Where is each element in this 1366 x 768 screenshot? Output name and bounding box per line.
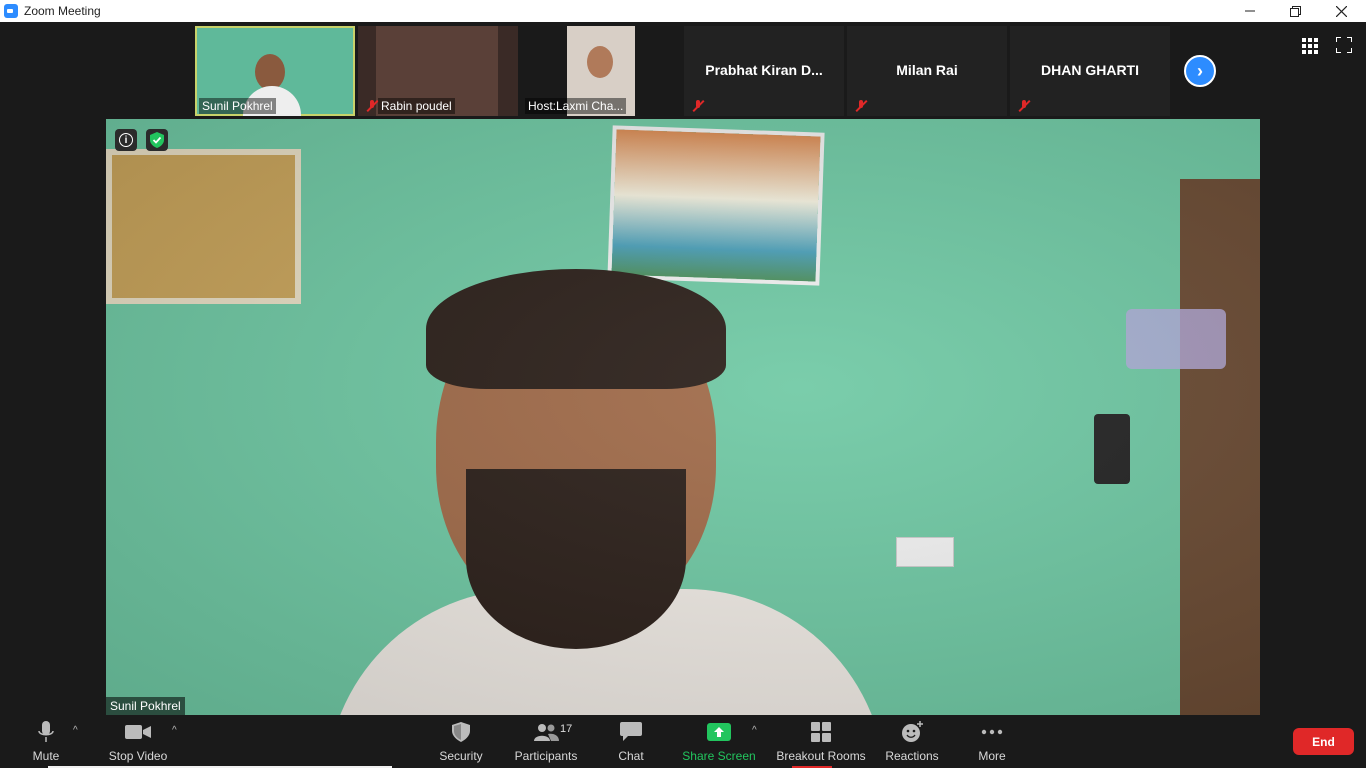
- zoom-app-icon: [4, 4, 18, 18]
- minimize-button[interactable]: [1227, 0, 1273, 22]
- restore-button[interactable]: [1272, 0, 1318, 22]
- participant-video-thumbnail: [587, 46, 613, 78]
- security-shield-icon: [452, 722, 470, 742]
- participant-name: DHAN GHARTI: [1041, 62, 1139, 78]
- minimize-icon: [1245, 10, 1255, 12]
- more-label: More: [978, 749, 1006, 763]
- participant-strip: Sunil Pokhrel Rabin poudel Host:Laxmi Ch…: [0, 22, 1366, 119]
- share-options-caret[interactable]: ^: [752, 725, 757, 736]
- audio-options-caret[interactable]: ^: [73, 725, 78, 736]
- participants-icon: [534, 724, 559, 741]
- restore-icon: [1289, 5, 1301, 17]
- window-title: Zoom Meeting: [24, 4, 101, 18]
- chat-button[interactable]: Chat: [613, 715, 649, 768]
- participant-name: Sunil Pokhrel: [199, 98, 276, 114]
- muted-mic-icon: [692, 100, 704, 112]
- muted-mic-icon: [366, 100, 378, 112]
- more-dots-icon: [981, 729, 1003, 735]
- main-video-area[interactable]: i Sunil Pokhrel: [106, 119, 1260, 715]
- video-options-caret[interactable]: ^: [172, 725, 177, 736]
- participants-label: Participants: [514, 749, 578, 763]
- meeting-info-button[interactable]: i: [115, 129, 137, 151]
- participant-tile-milan[interactable]: Milan Rai: [847, 26, 1007, 116]
- participant-tile-host[interactable]: Host:Laxmi Cha...: [521, 26, 681, 116]
- breakout-rooms-label: Breakout Rooms: [776, 749, 866, 763]
- reactions-label: Reactions: [885, 749, 939, 763]
- more-button[interactable]: More: [972, 715, 1012, 768]
- muted-mic-icon: [855, 100, 867, 112]
- microphone-icon: [38, 721, 54, 742]
- participant-tile-rabin[interactable]: Rabin poudel: [358, 26, 518, 116]
- next-page-button[interactable]: ›: [1184, 55, 1216, 87]
- close-window-button[interactable]: [1318, 0, 1364, 22]
- chat-label: Chat: [618, 749, 644, 763]
- info-icon: i: [119, 133, 133, 147]
- stop-video-button[interactable]: Stop Video: [103, 715, 173, 768]
- mute-button[interactable]: Mute: [26, 715, 66, 768]
- mute-label: Mute: [32, 749, 60, 763]
- video-camera-icon: [125, 725, 151, 739]
- chat-bubble-icon: [620, 722, 642, 741]
- share-screen-button[interactable]: Share Screen: [680, 715, 758, 768]
- breakout-rooms-button[interactable]: Breakout Rooms: [775, 715, 867, 768]
- participant-video-thumbnail: [255, 54, 285, 90]
- participants-count: 17: [560, 723, 573, 735]
- stop-video-label: Stop Video: [108, 749, 168, 763]
- end-meeting-button[interactable]: End: [1293, 728, 1354, 755]
- gallery-view-button[interactable]: [1302, 38, 1320, 56]
- chevron-right-icon: ›: [1197, 60, 1203, 81]
- shield-check-icon: [150, 132, 164, 148]
- participant-name: Prabhat Kiran D...: [705, 62, 823, 78]
- participant-name: Milan Rai: [896, 62, 958, 78]
- gallery-view-icon: [1302, 38, 1318, 54]
- participant-tile-prabhat[interactable]: Prabhat Kiran D...: [684, 26, 844, 116]
- share-screen-label: Share Screen: [682, 749, 756, 763]
- participant-tile-sunil[interactable]: Sunil Pokhrel: [195, 26, 355, 116]
- share-screen-icon: [707, 723, 731, 741]
- meeting-toolbar: Mute ^ Stop Video ^ Security Participant…: [0, 715, 1366, 768]
- security-label: Security: [439, 749, 483, 763]
- caret-up-icon: ^: [172, 725, 177, 736]
- fullscreen-icon: [1335, 36, 1353, 54]
- breakout-rooms-icon: [811, 722, 831, 742]
- participant-name: Host:Laxmi Cha...: [525, 98, 627, 114]
- title-bar: Zoom Meeting: [0, 0, 1366, 22]
- reactions-button[interactable]: Reactions: [882, 715, 942, 768]
- encryption-status-button[interactable]: [146, 129, 168, 151]
- participant-name: Rabin poudel: [378, 98, 455, 114]
- caret-up-icon: ^: [752, 725, 757, 736]
- fullscreen-button[interactable]: [1335, 36, 1354, 55]
- video-shading: [106, 119, 1260, 715]
- muted-mic-icon: [1018, 100, 1030, 112]
- participant-tile-dhan[interactable]: DHAN GHARTI: [1010, 26, 1170, 116]
- close-icon: [1335, 5, 1347, 17]
- reactions-smiley-icon: [902, 721, 923, 742]
- caret-up-icon: ^: [73, 725, 78, 736]
- security-button[interactable]: Security: [434, 715, 488, 768]
- speaker-name-label: Sunil Pokhrel: [106, 697, 185, 715]
